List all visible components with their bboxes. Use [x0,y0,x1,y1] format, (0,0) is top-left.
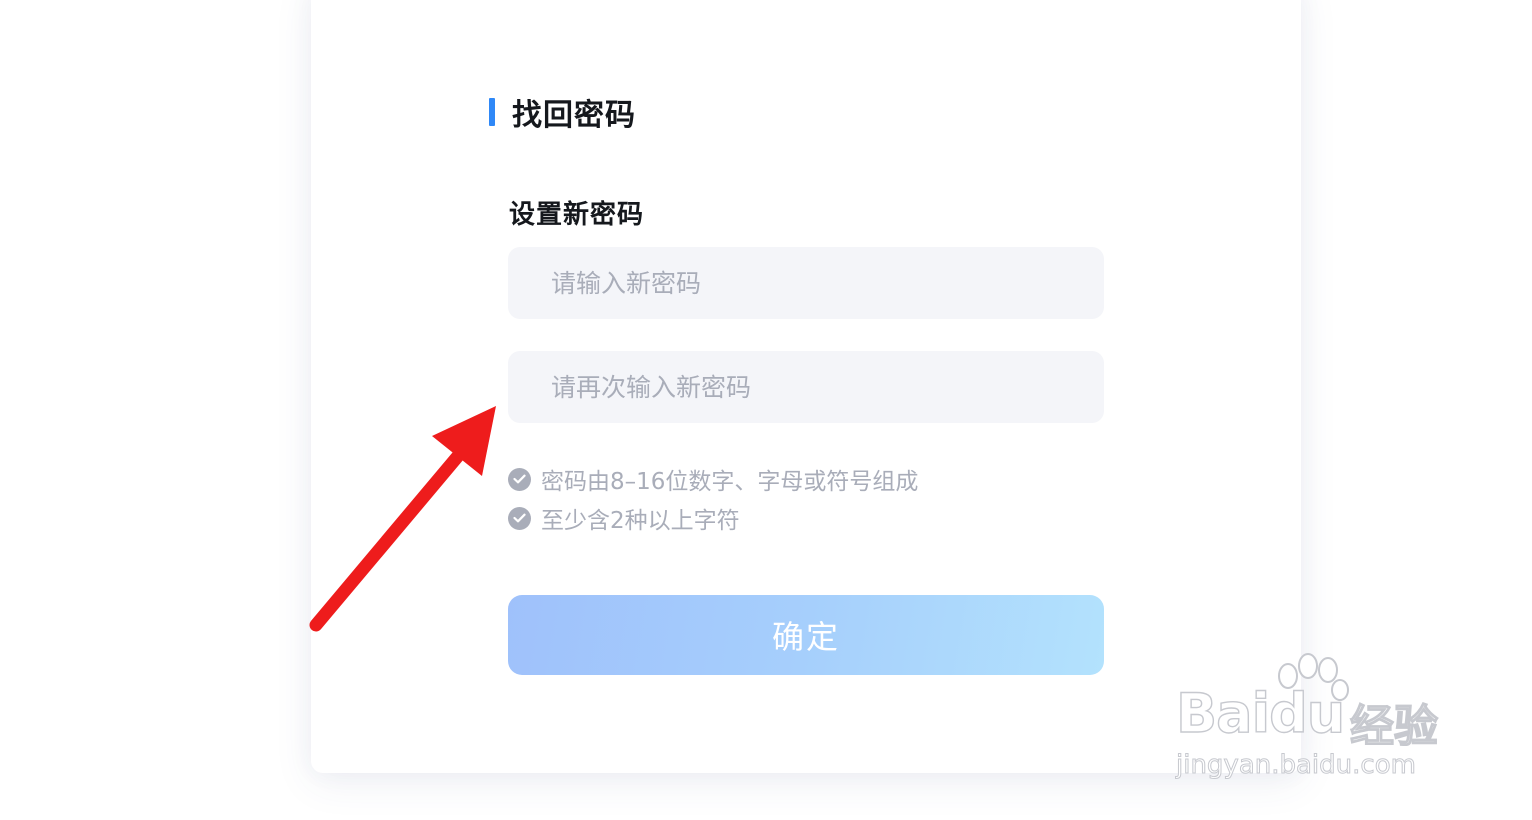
section-label: 设置新密码 [509,200,645,230]
page-title-text: 找回密码 [512,98,636,133]
confirm-password-input[interactable] [508,351,1104,423]
password-rule-text: 至少含2种以上字符 [541,508,740,534]
confirm-button[interactable]: 确定 [508,595,1104,675]
watermark-url: jingyan.baidu.com [1176,750,1417,781]
title-accent-bar [489,98,495,126]
page-title: 找回密码 [489,94,636,133]
check-circle-icon [508,506,531,530]
watermark-cn: 经验 [1349,700,1438,752]
password-rule-text: 密码由8–16位数字、字母或符号组成 [541,469,919,495]
page: 找回密码 设置新密码 密码由8–16位数字、字母或符号组成 至少含2种以上字符 … [0,0,1532,820]
password-rule-variety: 至少含2种以上字符 [508,504,740,534]
check-circle-icon [508,467,531,491]
baidu-jingyan-watermark: Baidu 经验 jingyan.baidu.com [1172,652,1462,792]
password-rule-length: 密码由8–16位数字、字母或符号组成 [508,465,919,495]
watermark-brand: Baidu [1175,681,1346,745]
new-password-input[interactable] [508,247,1104,319]
